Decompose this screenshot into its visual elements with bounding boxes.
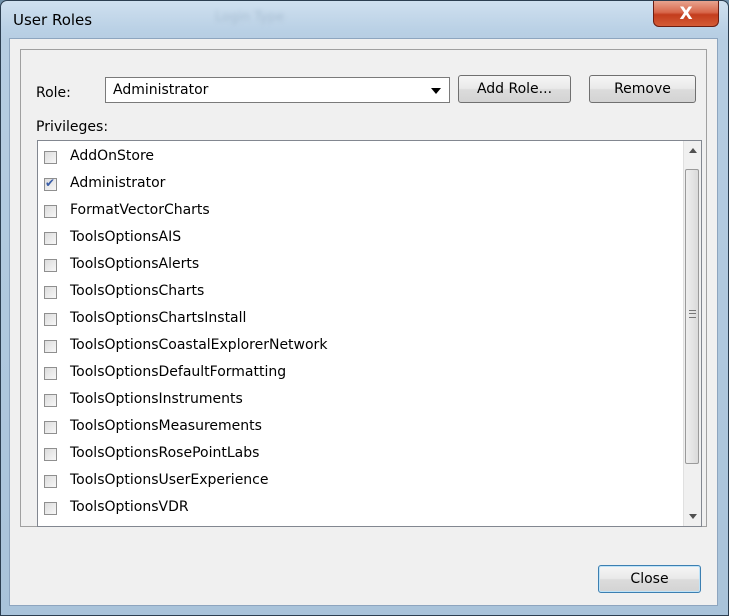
privilege-label: ToolsOptionsAlerts	[70, 256, 200, 272]
privilege-checkbox[interactable]	[44, 448, 57, 461]
privilege-item[interactable]: ToolsOptionsMeasurements	[38, 416, 678, 443]
privilege-item[interactable]: ToolsOptionsInstruments	[38, 389, 678, 416]
privilege-item[interactable]: AddOnStore	[38, 146, 678, 173]
privilege-label: AddOnStore	[70, 148, 154, 164]
privilege-label: ToolsOptionsCoastalExplorerNetwork	[70, 337, 328, 353]
privilege-item[interactable]: ToolsOptionsCharts	[38, 281, 678, 308]
privilege-checkbox[interactable]	[44, 176, 57, 191]
privilege-label: FormatVectorCharts	[70, 202, 210, 218]
privilege-item[interactable]: ToolsOptionsCoastalExplorerNetwork	[38, 335, 678, 362]
privilege-checkbox[interactable]	[44, 205, 57, 218]
chevron-down-icon	[431, 88, 441, 94]
privilege-label: ToolsOptionsChartsInstall	[70, 310, 247, 326]
privilege-item[interactable]: ToolsOptionsChartsInstall	[38, 308, 678, 335]
privilege-label: ToolsOptionsRosePointLabs	[70, 445, 260, 461]
privilege-checkbox[interactable]	[44, 151, 57, 164]
privilege-checkbox[interactable]	[44, 502, 57, 515]
privilege-item[interactable]: ToolsOptionsVDR	[38, 497, 678, 524]
grip-icon	[689, 310, 696, 318]
privilege-label: ToolsOptionsInstruments	[70, 391, 243, 407]
add-role-button[interactable]: Add Role...	[458, 75, 571, 103]
window-title: User Roles	[13, 11, 93, 29]
privilege-label: ToolsOptionsUserExperience	[70, 472, 269, 488]
privilege-item[interactable]: FormatVectorCharts	[38, 200, 678, 227]
title-bar[interactable]: User Roles Login Type X	[1, 1, 728, 37]
privilege-item[interactable]: ToolsOptionsUserExperience	[38, 470, 678, 497]
scroll-down-arrow-icon[interactable]	[689, 514, 697, 519]
privilege-checkbox[interactable]	[44, 475, 57, 488]
privileges-list[interactable]: AddOnStore Administrator FormatVectorChart…	[37, 140, 702, 527]
scroll-up-arrow-icon[interactable]	[689, 148, 697, 153]
privileges-label: Privileges:	[36, 119, 109, 135]
background-window-title: Login Type	[215, 10, 285, 25]
privilege-checkbox[interactable]	[44, 367, 57, 380]
privilege-item[interactable]: ToolsOptionsDefaultFormatting	[38, 362, 678, 389]
role-dropdown[interactable]: Administrator	[105, 77, 450, 103]
close-icon: X	[679, 3, 693, 24]
privilege-item[interactable]: ToolsOptionsAIS	[38, 227, 678, 254]
dialog-body: Role: Administrator Add Role... Remove P…	[9, 38, 718, 606]
remove-role-button[interactable]: Remove	[589, 75, 696, 103]
scrollbar-thumb[interactable]	[685, 169, 699, 464]
user-roles-dialog: User Roles Login Type X Role: Administra…	[0, 0, 729, 616]
close-button[interactable]: Close	[598, 565, 701, 593]
privilege-item[interactable]: ToolsOptionsRosePointLabs	[38, 443, 678, 470]
vertical-scrollbar[interactable]	[683, 141, 701, 526]
privilege-label: ToolsOptionsDefaultFormatting	[70, 364, 287, 380]
privilege-checkbox[interactable]	[44, 259, 57, 272]
privilege-label: ToolsOptionsMeasurements	[70, 418, 262, 434]
privilege-item[interactable]: Administrator	[38, 173, 678, 200]
privileges-items: AddOnStore Administrator FormatVectorChart…	[38, 141, 678, 524]
privilege-checkbox[interactable]	[44, 286, 57, 299]
privilege-item[interactable]: ToolsOptionsAlerts	[38, 254, 678, 281]
privilege-checkbox[interactable]	[44, 340, 57, 353]
close-window-button[interactable]: X	[653, 1, 719, 27]
privilege-label: ToolsOptionsVDR	[70, 499, 189, 515]
privilege-checkbox[interactable]	[44, 394, 57, 407]
privilege-checkbox[interactable]	[44, 232, 57, 245]
role-label: Role:	[36, 85, 71, 101]
privilege-checkbox[interactable]	[44, 421, 57, 434]
privilege-label: ToolsOptionsAIS	[70, 229, 182, 245]
role-dropdown-value: Administrator	[113, 82, 209, 98]
privilege-label: ToolsOptionsCharts	[70, 283, 205, 299]
privilege-label: Administrator	[70, 175, 166, 191]
privilege-checkbox[interactable]	[44, 313, 57, 326]
